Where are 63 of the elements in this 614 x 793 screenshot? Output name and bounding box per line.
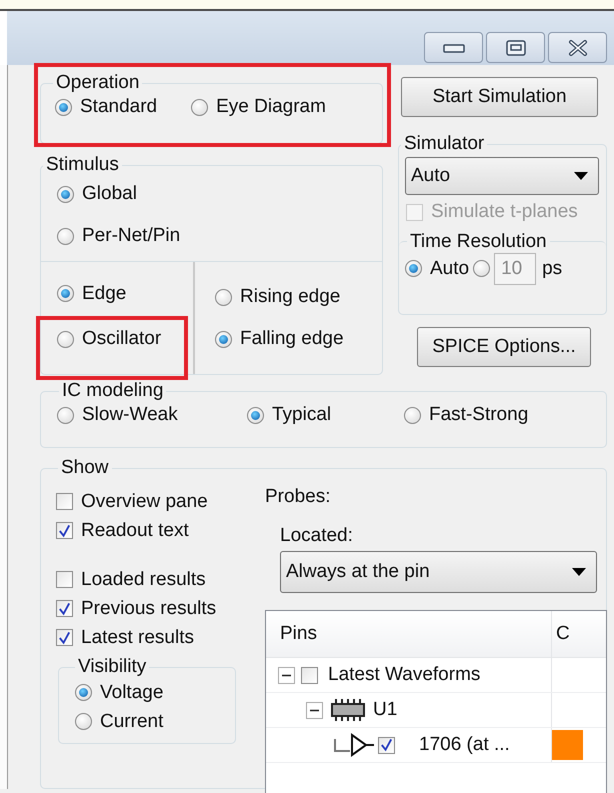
- radio-option[interactable]: Auto: [405, 258, 470, 280]
- radio-button[interactable]: [473, 260, 490, 277]
- group-title: Simulator: [403, 133, 486, 155]
- checkbox[interactable]: [378, 736, 395, 754]
- checkbox[interactable]: [56, 522, 73, 539]
- checkbox[interactable]: [56, 493, 73, 510]
- column-header[interactable]: Pins: [266, 611, 552, 657]
- dropdown-arrow-icon: [574, 172, 588, 180]
- radio-option[interactable]: Typical: [247, 404, 404, 426]
- radio-option[interactable]: Slow-Weak: [57, 404, 247, 426]
- probes-label: Probes:: [265, 486, 332, 508]
- tree-item[interactable]: 1706 (at ...: [419, 734, 510, 756]
- radio-option[interactable]: Standard: [55, 96, 158, 118]
- radio-option[interactable]: Fast-Strong: [404, 404, 528, 426]
- radio-option[interactable]: Oscillator: [57, 328, 162, 350]
- maximize-icon: [506, 40, 526, 56]
- start-simulation-button[interactable]: Start Simulation: [401, 77, 598, 117]
- checkbox[interactable]: [56, 571, 73, 588]
- triangle-pin-icon: [350, 733, 374, 757]
- checkbox-option[interactable]: Previous results: [56, 594, 256, 623]
- close-icon: [568, 40, 588, 56]
- radio-option[interactable]: Per-Net/Pin: [57, 225, 366, 247]
- minimize-button[interactable]: [424, 32, 483, 63]
- checkbox[interactable]: [56, 629, 73, 646]
- dropdown-arrow-icon: [572, 568, 586, 576]
- radio-option[interactable]: Current: [75, 707, 235, 736]
- checkbox-option[interactable]: Latest results: [56, 623, 256, 652]
- checkmark-icon: [57, 600, 72, 616]
- checkbox-option[interactable]: Overview pane: [56, 487, 256, 516]
- minimize-icon: [442, 42, 464, 52]
- spice-options-button[interactable]: SPICE Options...: [417, 327, 591, 367]
- radio-option[interactable]: Voltage: [75, 678, 235, 707]
- checkmark-icon: [57, 630, 72, 646]
- unit-label: ps: [542, 258, 562, 280]
- checkbox-option[interactable]: Readout text: [56, 516, 256, 545]
- radio-option[interactable]: Edge: [57, 282, 126, 304]
- collapse-toggle-icon[interactable]: [306, 702, 323, 718]
- located-dropdown[interactable]: Always at the pin: [280, 551, 597, 593]
- simulator-dropdown[interactable]: Auto: [405, 157, 599, 195]
- group-title: Visibility: [77, 656, 148, 678]
- radio-option[interactable]: Global: [57, 183, 366, 205]
- checkbox-option[interactable]: Loaded results: [56, 565, 256, 594]
- column-header[interactable]: C: [552, 611, 589, 657]
- checkbox[interactable]: [56, 600, 73, 617]
- collapse-toggle-icon[interactable]: [278, 666, 295, 684]
- group-title: IC modeling: [61, 380, 164, 402]
- tree-item[interactable]: Latest Waveforms: [328, 664, 480, 686]
- group-title: Operation: [55, 72, 140, 94]
- group-title: Time Resolution: [409, 230, 548, 252]
- located-label: Located:: [280, 525, 354, 547]
- radio-option[interactable]: Falling edge: [215, 328, 344, 350]
- checkmark-icon: [57, 522, 72, 538]
- close-button[interactable]: [548, 32, 607, 63]
- tree-item[interactable]: U1: [373, 699, 398, 721]
- group-title: Show: [60, 457, 110, 479]
- checkmark-icon: [379, 737, 394, 753]
- radio-option[interactable]: Rising edge: [215, 286, 344, 308]
- tree-branch-icon: [334, 738, 350, 752]
- checkbox[interactable]: [301, 666, 318, 684]
- radio-option[interactable]: Eye Diagram: [191, 96, 326, 118]
- group-title: Stimulus: [45, 154, 120, 176]
- chip-icon: [329, 698, 365, 722]
- maximize-button[interactable]: [486, 32, 545, 63]
